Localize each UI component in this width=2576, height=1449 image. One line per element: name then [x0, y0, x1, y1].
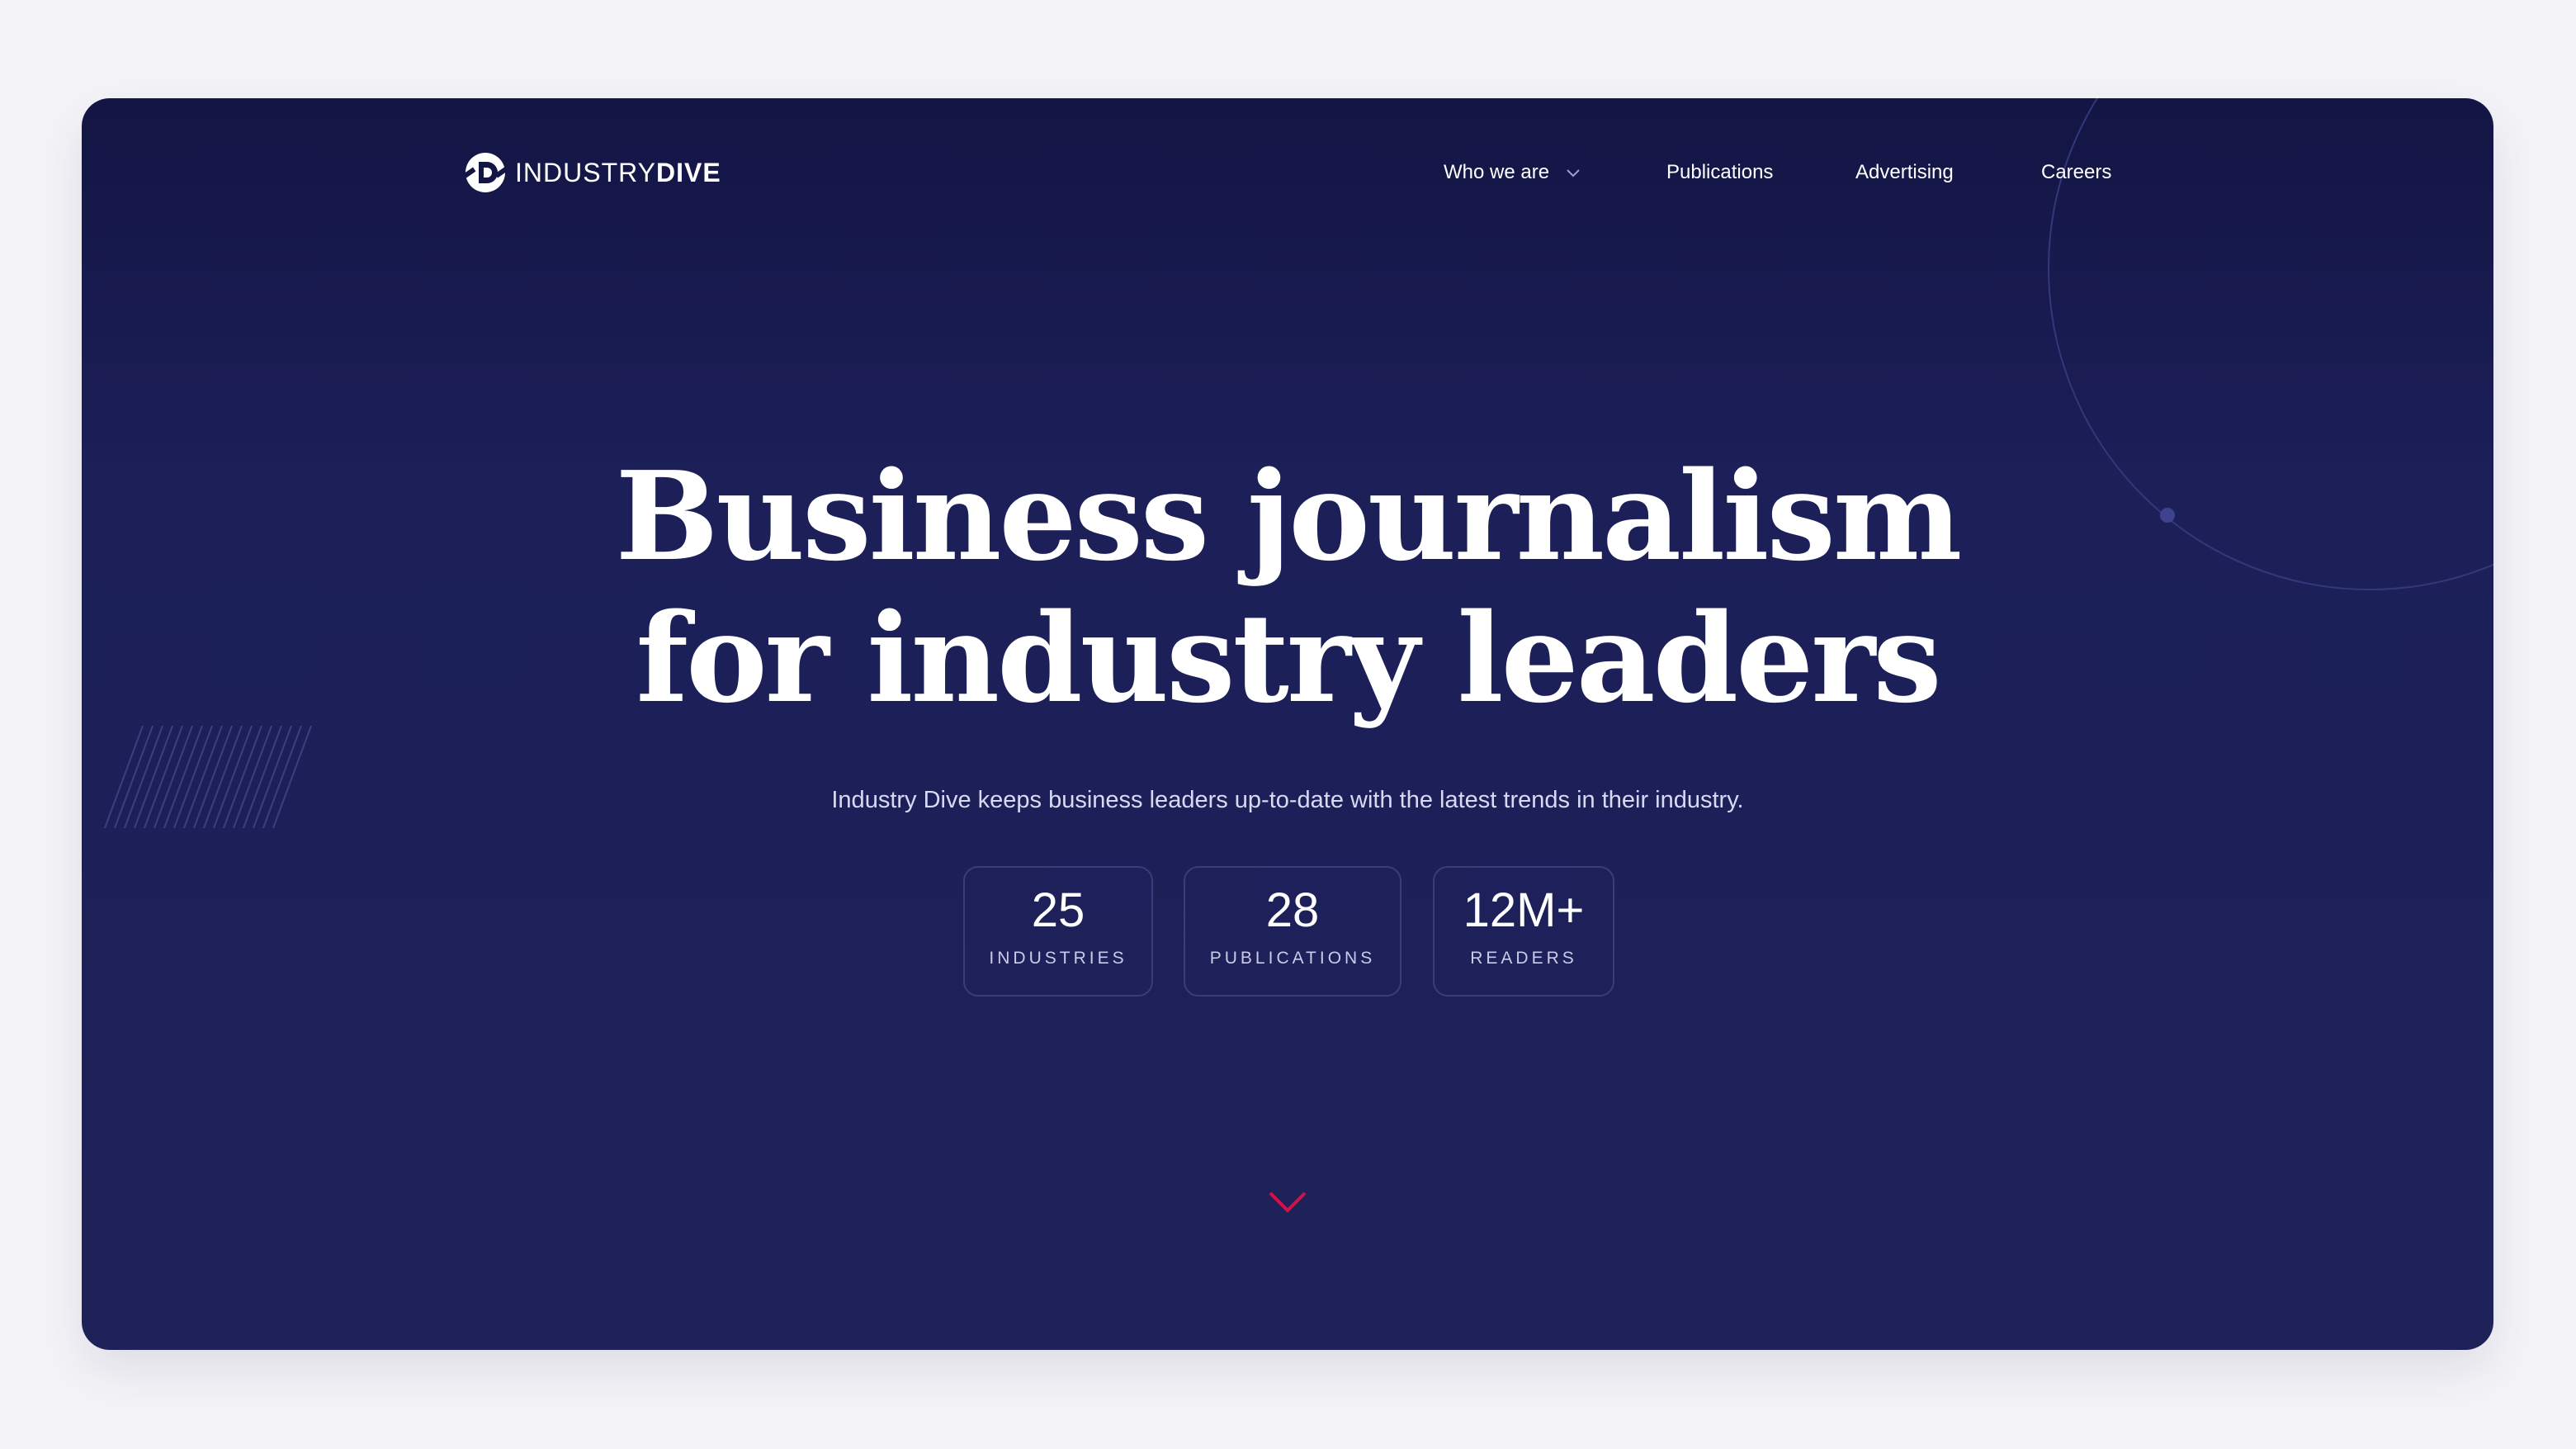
- stat-label: PUBLICATIONS: [1209, 949, 1376, 968]
- hero-headline-line-1: Business journalism: [615, 444, 1963, 588]
- stat-value: 25: [1031, 883, 1085, 937]
- nav-item-careers[interactable]: Careers: [2041, 123, 2111, 222]
- nav-item-publications[interactable]: Publications: [1666, 123, 1773, 222]
- main-nav: Who we are Publications Advertising Care…: [82, 123, 2493, 222]
- stat-label: READERS: [1470, 949, 1577, 968]
- chevron-down-icon: [1567, 169, 1580, 178]
- stat-card-industries: 25 INDUSTRIES: [963, 866, 1153, 997]
- hero-headline-line-2: for industry leaders: [636, 586, 1941, 730]
- hero-section: INDUSTRY DIVE Who we are Publications Ad…: [82, 98, 2493, 1350]
- stat-card-readers: 12M+ READERS: [1433, 866, 1614, 997]
- nav-item-label: Careers: [2041, 161, 2112, 183]
- scroll-down-chevron-icon[interactable]: [1268, 1190, 1307, 1215]
- stat-label: INDUSTRIES: [989, 949, 1127, 968]
- stat-card-publications: 28 PUBLICATIONS: [1184, 866, 1401, 997]
- nav-item-label: Publications: [1666, 161, 1774, 183]
- nav-item-label: Who we are: [1444, 161, 1550, 183]
- stat-value: 28: [1265, 883, 1320, 937]
- stat-value: 12M+: [1463, 883, 1585, 937]
- nav-item-advertising[interactable]: Advertising: [1855, 123, 1954, 222]
- hero-subheadline: Industry Dive keeps business leaders up-…: [831, 787, 1744, 813]
- nav-item-label: Advertising: [1855, 161, 1954, 183]
- hero-headline: Business journalism for industry leaders: [82, 445, 2493, 729]
- nav-item-who-we-are[interactable]: Who we are: [1444, 123, 1581, 222]
